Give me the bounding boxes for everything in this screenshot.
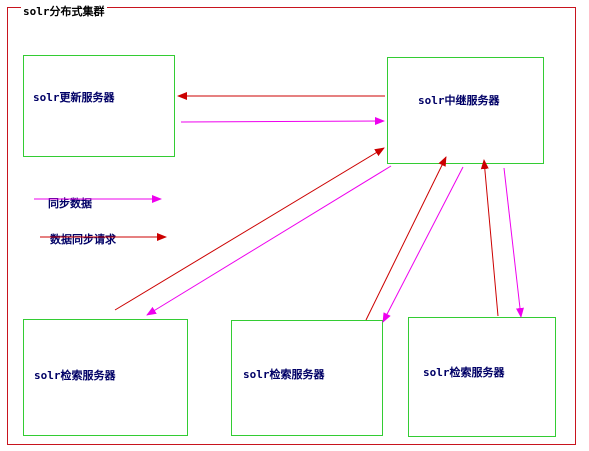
arrow-request-search1-to-relay (114, 147, 385, 311)
arrow-sync-relay-to-search2 (382, 166, 464, 323)
arrow-sync-relay-to-search1 (146, 165, 392, 316)
arrow-request-search3-to-relay (480, 159, 499, 317)
arrow-request-search2-to-relay (365, 156, 447, 321)
arrows-layer (34, 92, 524, 323)
arrow-sync-relay-to-search3 (503, 167, 524, 318)
arrow-sync-update-to-relay (180, 117, 385, 126)
